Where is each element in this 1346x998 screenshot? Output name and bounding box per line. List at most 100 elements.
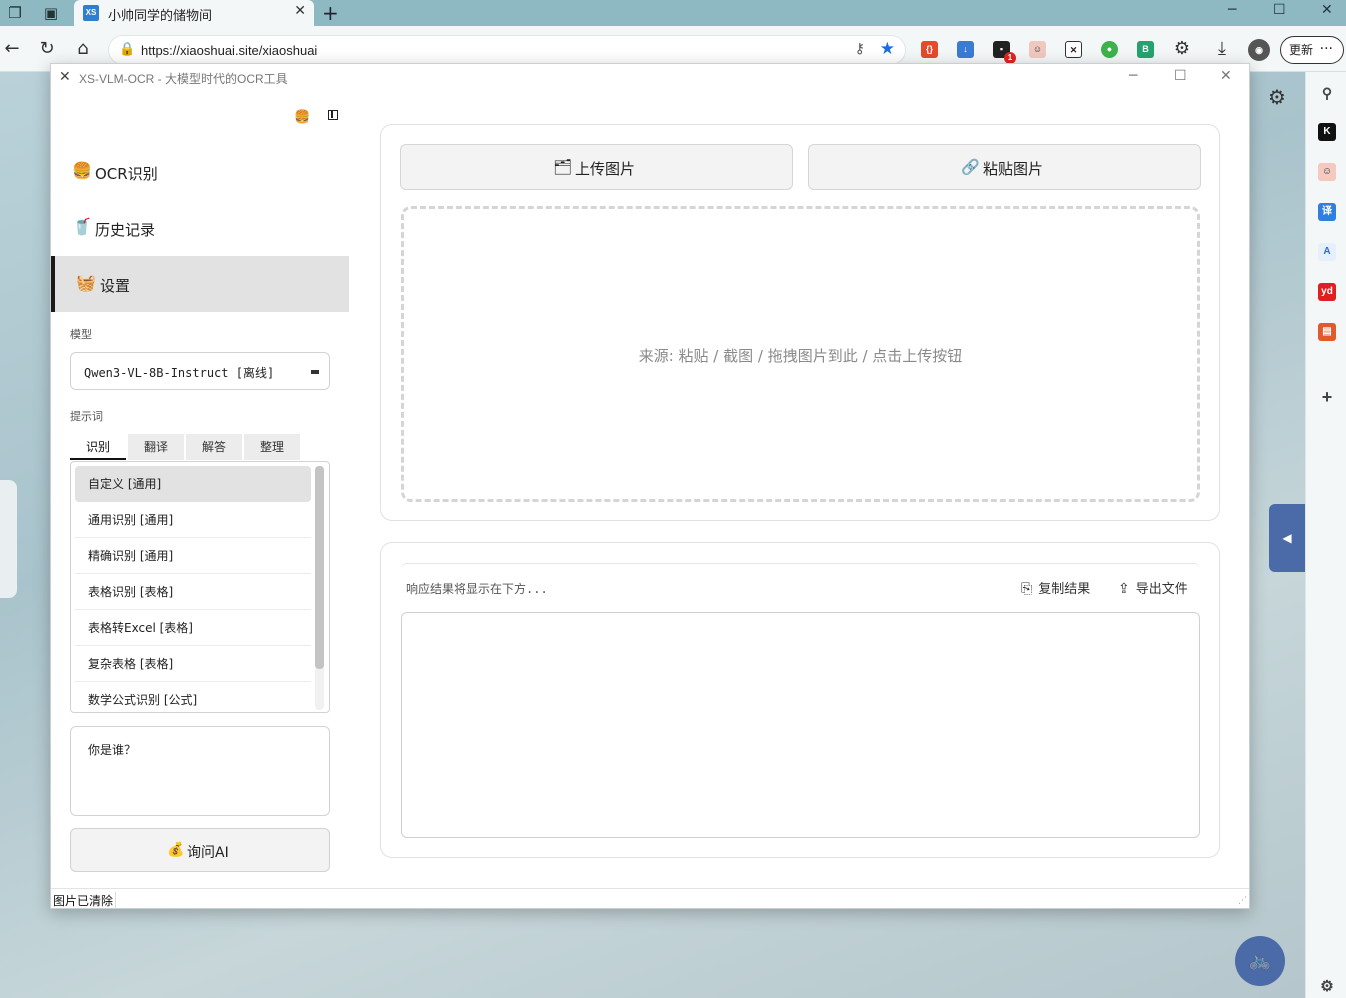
upload-icon: 🗂 [553, 158, 573, 176]
downloads-icon[interactable]: ⤓ [1210, 38, 1234, 60]
drop-hint: 来源: 粘贴 / 截图 / 拖拽图片到此 / 点击上传按钮 [638, 347, 963, 365]
extension-blue-icon[interactable]: ↓ [957, 41, 974, 58]
browser-tab-active[interactable]: XS 小帅同学的储物间 ✕ [74, 0, 314, 26]
copy-result-button[interactable]: ⎘ 复制结果 [1021, 578, 1090, 597]
app-logo-icon: ✕ [59, 69, 71, 85]
basket-icon: 🧺 [76, 273, 96, 292]
paste-image-button[interactable]: 🔗 粘贴图片 [808, 144, 1201, 190]
maximize-icon[interactable]: ☐ [1273, 2, 1286, 18]
ask-ai-button[interactable]: 💰 询问AI [70, 828, 330, 872]
sidebar-translate-icon[interactable]: 译 [1318, 203, 1336, 221]
question-input[interactable]: 你是谁？ [70, 726, 330, 816]
nav-item-ocr[interactable]: 🍔 OCR识别 [51, 144, 349, 200]
sidebar-avatar-icon[interactable]: ☺ [1318, 163, 1336, 181]
drink-icon: 🥤 [72, 217, 92, 236]
sidebar-search-icon[interactable]: ⚲ [1318, 84, 1336, 102]
tab-answer[interactable]: 解答 [186, 434, 242, 460]
sidebar-toggle-icon[interactable] [328, 110, 338, 120]
list-item[interactable]: 精确识别 [通用] [75, 538, 311, 574]
upload-image-button[interactable]: 🗂 上传图片 [400, 144, 793, 190]
nav-item-history[interactable]: 🥤 历史记录 [51, 200, 349, 256]
scrollbar-thumb[interactable] [315, 466, 324, 669]
result-header: 响应结果将显示在下方... ⎘ 复制结果 ⇪ 导出文件 [401, 563, 1200, 611]
new-tab-icon[interactable]: + [322, 2, 339, 24]
left-edge-handle[interactable] [0, 480, 17, 598]
model-select[interactable]: Qwen3-VL-8B-Instruct [离线] [70, 352, 330, 390]
prompt-list-scrollbar[interactable] [315, 466, 324, 710]
workspaces-icon[interactable]: ❐ [4, 3, 26, 23]
sidebar-language-icon[interactable]: A [1318, 243, 1336, 261]
list-item[interactable]: 数学公式识别 [公式] [75, 682, 311, 712]
home-icon[interactable]: ⌂ [71, 38, 95, 60]
sidebar-toolbox-icon[interactable]: ▤ [1318, 323, 1336, 341]
extension-cross-icon[interactable]: ✕ [1065, 41, 1082, 58]
model-label: 模型 [70, 328, 92, 341]
list-item[interactable]: 自定义 [通用] [75, 466, 311, 502]
list-item[interactable]: 复杂表格 [表格] [75, 646, 311, 682]
app-maximize-icon[interactable]: ☐ [1174, 68, 1187, 84]
key-icon[interactable]: ⚷ [855, 41, 865, 57]
app-close-icon[interactable]: ✕ [1220, 68, 1232, 84]
desktop-gear-icon[interactable]: ⚙ [1268, 85, 1286, 109]
url-field[interactable]: 🔒 https://xiaoshuai.site/xiaoshuai ⚷ ★ [108, 35, 906, 65]
result-placeholder: 响应结果将显示在下方... [406, 582, 548, 596]
status-bar: 图片已清除 ⋰ [51, 888, 1249, 909]
resize-grip-icon[interactable]: ⋰ [1238, 896, 1247, 906]
dropdown-icon [311, 370, 319, 374]
floating-assistant-icon[interactable]: 🚲 [1235, 936, 1285, 986]
collapse-panel-icon[interactable]: ◀ [1269, 504, 1305, 572]
tab-recognize[interactable]: 识别 [70, 434, 126, 460]
extension-avatar-icon[interactable]: ☺ [1029, 41, 1046, 58]
left-panel: 🍔 🍔 OCR识别 🥤 历史记录 🧺 设置 模型 Qwen3-VL-8B-Ins… [51, 92, 349, 888]
extensions-puzzle-icon[interactable]: ⚙ [1170, 38, 1194, 60]
result-output[interactable] [401, 612, 1200, 838]
tab-title: 小帅同学的储物间 [108, 9, 213, 24]
burger-icon: 🍔 [72, 161, 92, 180]
sidebar-add-icon[interactable]: + [1318, 388, 1336, 406]
browser-sidebar: ⚲ K ☺ 译 A yd ▤ + ⚙ [1305, 72, 1346, 998]
nav-item-settings[interactable]: 🧺 设置 [51, 256, 349, 312]
update-label: 更新 [1289, 43, 1314, 57]
refresh-icon[interactable]: ↻ [35, 38, 59, 60]
tab-actions-icon[interactable]: ▣ [40, 3, 62, 23]
tab-translate[interactable]: 翻译 [128, 434, 184, 460]
close-icon[interactable]: ✕ [1321, 2, 1333, 18]
list-item[interactable]: 通用识别 [通用] [75, 502, 311, 538]
ask-ai-label: 询问AI [187, 845, 229, 861]
tab-favicon-icon: XS [83, 5, 99, 21]
theme-toggle-icon[interactable]: 🍔 [294, 110, 310, 125]
sidebar-settings-icon[interactable]: ⚙ [1318, 978, 1336, 996]
update-button[interactable]: 更新 ··· [1280, 36, 1344, 64]
favorite-star-icon[interactable]: ★ [880, 39, 895, 59]
app-title: XS-VLM-OCR - 大模型时代的OCR工具 [79, 72, 288, 86]
nav-item-label: 设置 [100, 277, 131, 295]
export-icon: ⇪ [1118, 581, 1130, 597]
sidebar-youdao-icon[interactable]: yd [1318, 283, 1336, 301]
sidebar-k-icon[interactable]: K [1318, 123, 1336, 141]
tab-close-icon[interactable]: ✕ [294, 3, 306, 19]
copy-icon: ⎘ [1021, 581, 1033, 597]
upload-card: 🗂 上传图片 🔗 粘贴图片 来源: 粘贴 / 截图 / 拖拽图片到此 / 点击上… [380, 124, 1220, 521]
paste-label: 粘贴图片 [983, 160, 1044, 178]
back-icon[interactable]: ← [0, 38, 24, 60]
profile-avatar-icon[interactable]: ◉ [1248, 39, 1270, 61]
nav-item-label: OCR识别 [95, 165, 158, 183]
extension-red-icon[interactable]: {} [921, 41, 938, 58]
list-item[interactable]: 表格转Excel [表格] [75, 610, 311, 646]
more-options-icon[interactable]: ··· [1320, 36, 1333, 62]
image-drop-zone[interactable]: 来源: 粘贴 / 截图 / 拖拽图片到此 / 点击上传按钮 [401, 206, 1200, 502]
lock-icon[interactable]: 🔒 [119, 42, 135, 57]
export-file-button[interactable]: ⇪ 导出文件 [1118, 578, 1188, 597]
url-text: https://xiaoshuai.site/xiaoshuai [141, 43, 318, 58]
extension-green-icon[interactable]: ● [1101, 41, 1118, 58]
app-minimize-icon[interactable]: ─ [1129, 68, 1137, 84]
copy-label: 复制结果 [1038, 582, 1091, 597]
app-window: ✕ XS-VLM-OCR - 大模型时代的OCR工具 ─ ☐ ✕ 🍔 🍔 OCR… [50, 63, 1250, 909]
model-value: Qwen3-VL-8B-Instruct [离线] [84, 366, 275, 380]
list-item[interactable]: 表格识别 [表格] [75, 574, 311, 610]
extension-b-icon[interactable]: B [1137, 41, 1154, 58]
question-text: 你是谁？ [88, 743, 137, 757]
minimize-icon[interactable]: ─ [1228, 2, 1236, 18]
tab-organize[interactable]: 整理 [244, 434, 300, 460]
prompt-label: 提示词 [70, 410, 103, 423]
